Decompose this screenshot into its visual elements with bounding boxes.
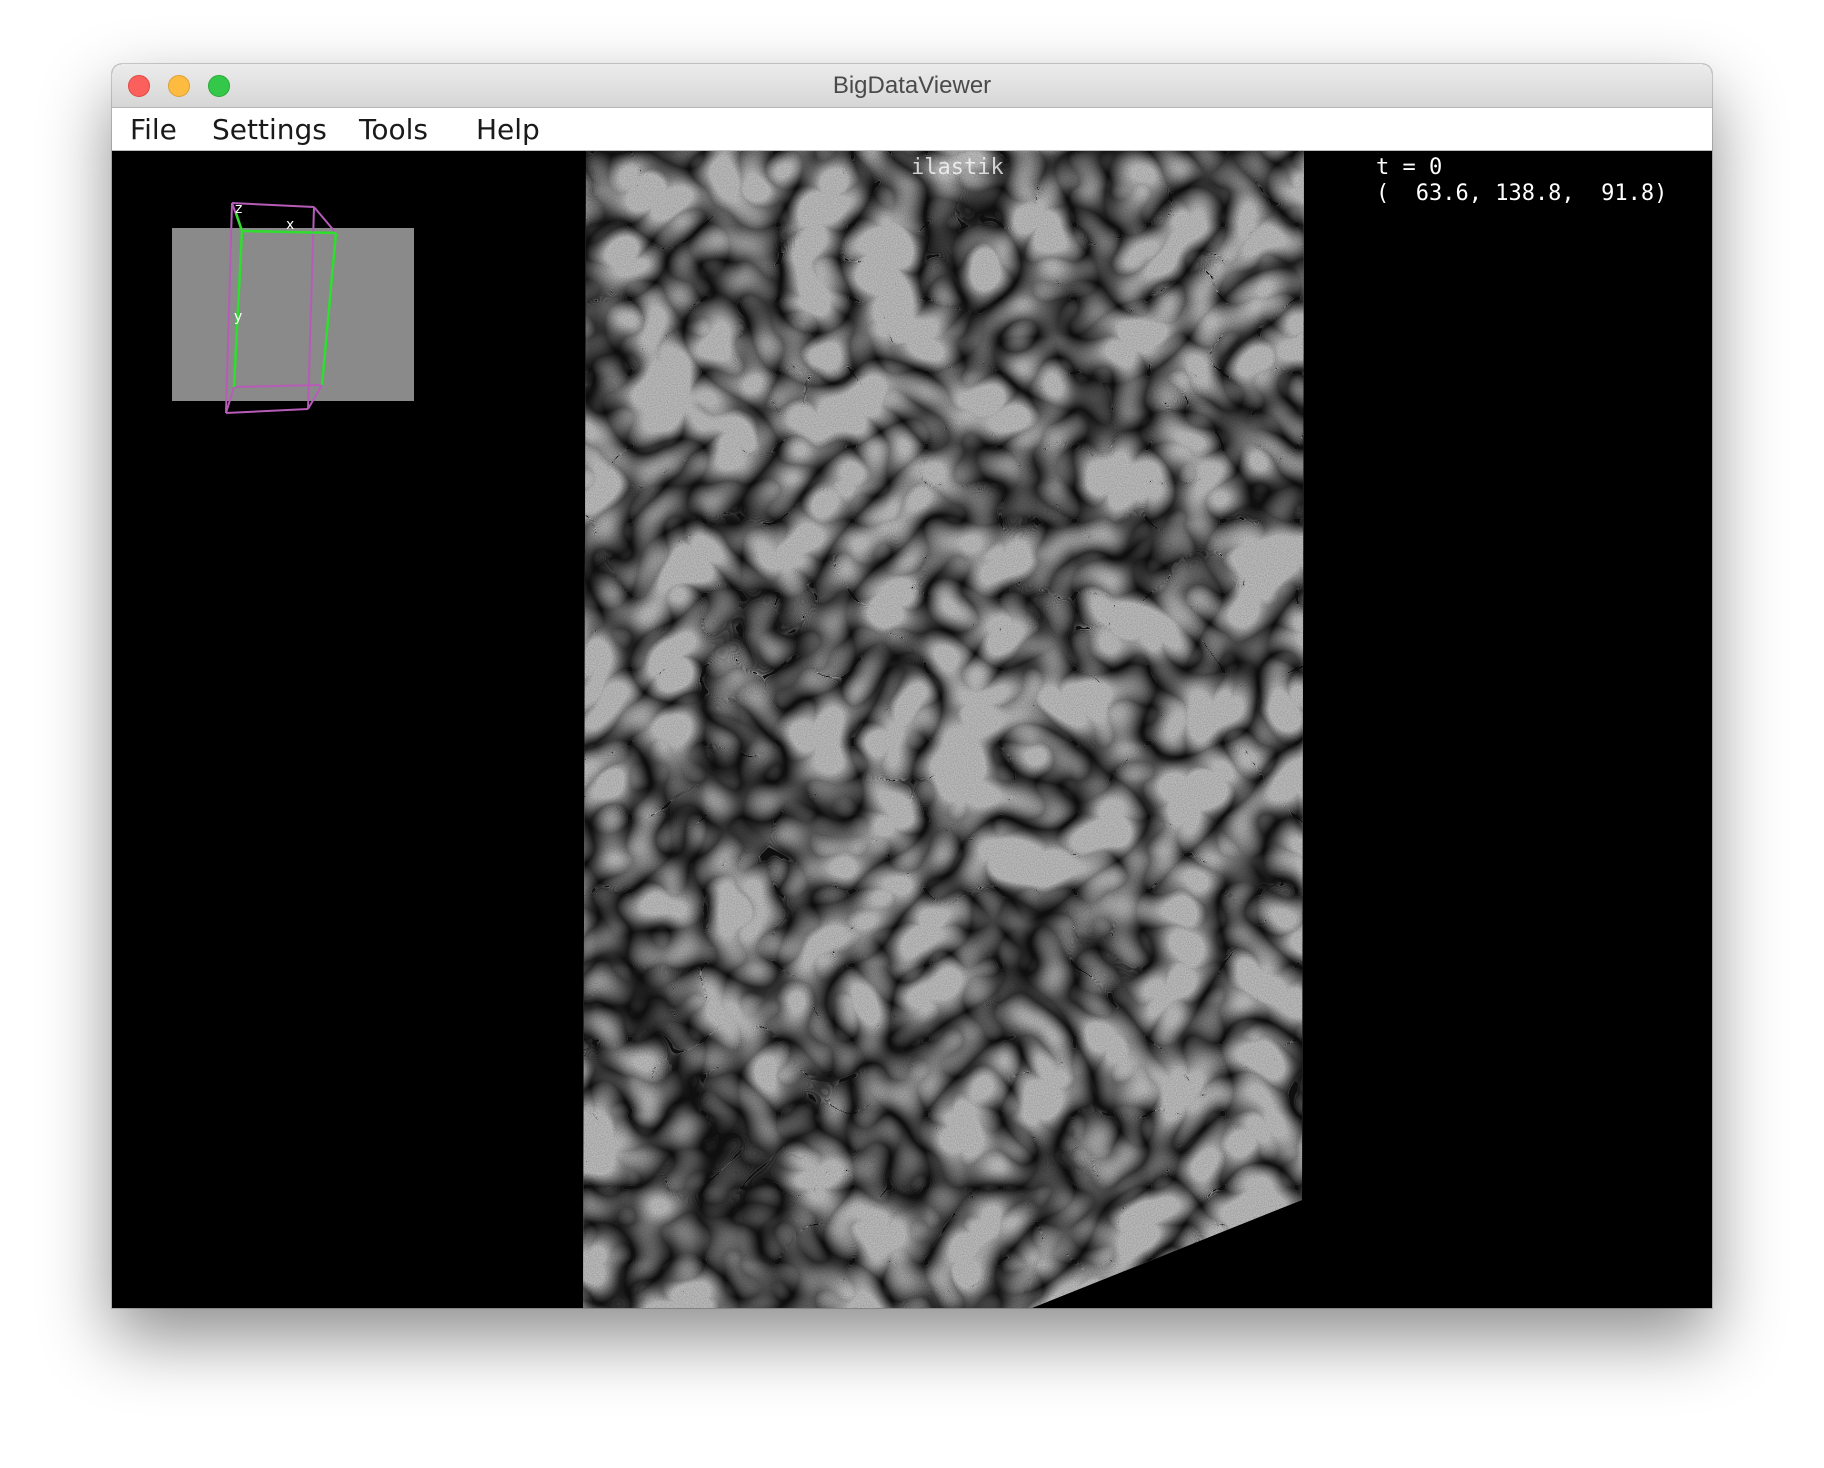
slice-plane — [172, 228, 414, 401]
axis-label-x: x — [286, 217, 294, 233]
menu-help[interactable]: Help — [470, 108, 546, 151]
menu-file[interactable]: File — [124, 108, 183, 151]
menu-settings[interactable]: Settings — [206, 108, 333, 151]
title-bar[interactable]: BigDataViewer — [112, 64, 1712, 108]
window-title: BigDataViewer — [832, 72, 992, 99]
axis-label-z: z — [235, 201, 242, 217]
mouse-coordinates: ( 63.6, 138.8, 91.8) — [1376, 181, 1668, 206]
source-name-label: ilastik — [911, 155, 1004, 180]
navigator-overlay: x y z — [172, 201, 414, 414]
bigdataviewer-window: BigDataViewer File Settings Tools Help x… — [112, 64, 1712, 1308]
viewer-canvas[interactable]: x y z ilastik t = 0 ( 63.6, 138.8, 91.8) — [112, 151, 1712, 1308]
timepoint-label: t = 0 — [1376, 155, 1443, 180]
menu-bar: File Settings Tools Help — [112, 108, 1712, 151]
menu-tools[interactable]: Tools — [353, 108, 434, 151]
axis-label-y: y — [234, 309, 242, 325]
